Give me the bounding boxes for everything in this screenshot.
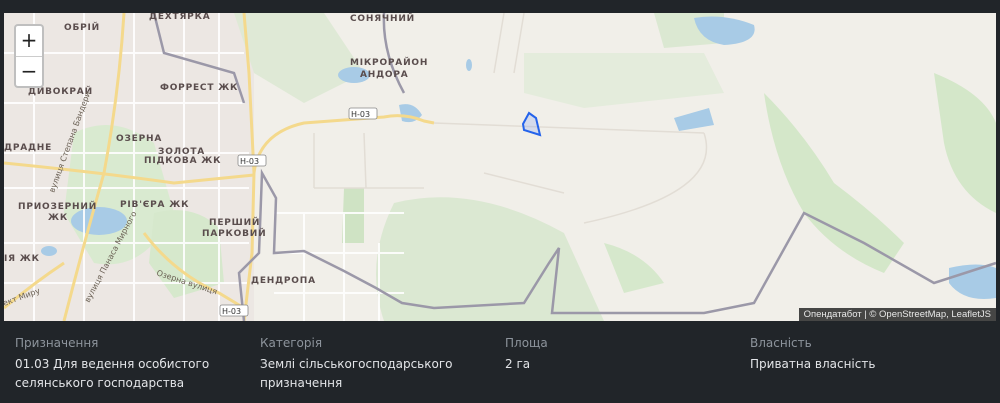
map-label: ПЕРШИЙ: [209, 216, 260, 228]
road-label: Н-03: [351, 110, 370, 119]
map-label: ПРИОЗЕРНИЙ: [18, 200, 97, 212]
purpose-field: Призначення 01.03 Для ведення особистого…: [15, 335, 250, 393]
map-label: ДЕНДРОПА: [251, 276, 316, 286]
map-view[interactable]: ОБРІЙ ДЕХТЯРКА СОНЯЧНИЙ МІКРОРАЙОН АНДОР…: [4, 13, 996, 321]
zoom-out-button[interactable]: −: [16, 56, 42, 86]
ownership-field: Власність Приватна власність: [750, 335, 985, 374]
attribution-link-opendatabot[interactable]: Опендатабот: [804, 309, 862, 320]
parcel-info-panel: Призначення 01.03 Для ведення особистого…: [0, 321, 1000, 403]
top-bar: [0, 0, 1000, 13]
map-label: РІВ'ЄРА ЖК: [120, 200, 189, 210]
map-label: ДЕХТЯРКА: [149, 13, 211, 22]
map-label: АНДОРА: [360, 70, 409, 80]
area-value: 2 га: [505, 357, 531, 371]
category-label: Категорія: [260, 336, 323, 350]
page: ОБРІЙ ДЕХТЯРКА СОНЯЧНИЙ МІКРОРАЙОН АНДОР…: [0, 0, 1000, 403]
zoom-control: + −: [14, 24, 44, 88]
map-label: ОЗЕРНА: [116, 134, 162, 144]
map-label: ФОРРЕСТ ЖК: [160, 83, 238, 93]
map-label: ЖК: [48, 213, 68, 223]
attribution-link-osm[interactable]: OpenStreetMap, LeafletJS: [879, 309, 991, 320]
road-label: Н-03: [240, 157, 259, 166]
map-label: ДРАДНЕ: [4, 143, 52, 153]
ownership-label: Власність: [750, 336, 812, 350]
map-attribution: Опендатабот | © OpenStreetMap, LeafletJS: [798, 308, 996, 321]
map-label: СОНЯЧНИЙ: [350, 13, 415, 24]
zoom-in-button[interactable]: +: [16, 26, 42, 56]
purpose-label: Призначення: [15, 336, 99, 350]
category-line-2: призначення: [260, 376, 343, 390]
road-label: Н-03: [222, 307, 241, 316]
purpose-value: 01.03 Для ведення особистого селянського…: [15, 355, 250, 393]
map-label: ОБРІЙ: [64, 21, 100, 33]
map-tiles[interactable]: ОБРІЙ ДЕХТЯРКА СОНЯЧНИЙ МІКРОРАЙОН АНДОР…: [4, 13, 996, 321]
map-label: МІКРОРАЙОН: [350, 56, 428, 68]
category-value: Землі сільськогосподарського призначення: [260, 355, 495, 393]
map-label: ПАРКОВИЙ: [202, 227, 266, 239]
category-field: Категорія Землі сільськогосподарського п…: [260, 335, 495, 393]
ownership-value: Приватна власність: [750, 357, 876, 371]
map-label: ПІДКОВА ЖК: [144, 156, 221, 166]
purpose-line-1: 01.03 Для ведення особистого: [15, 357, 210, 371]
category-line-1: Землі сільськогосподарського: [260, 357, 453, 371]
attribution-separator: | ©: [861, 309, 880, 320]
area-label: Площа: [505, 336, 548, 350]
area-field: Площа 2 га: [505, 335, 740, 374]
map-label: ІЯ ЖК: [4, 254, 40, 264]
purpose-line-2: селянського господарства: [15, 376, 185, 390]
